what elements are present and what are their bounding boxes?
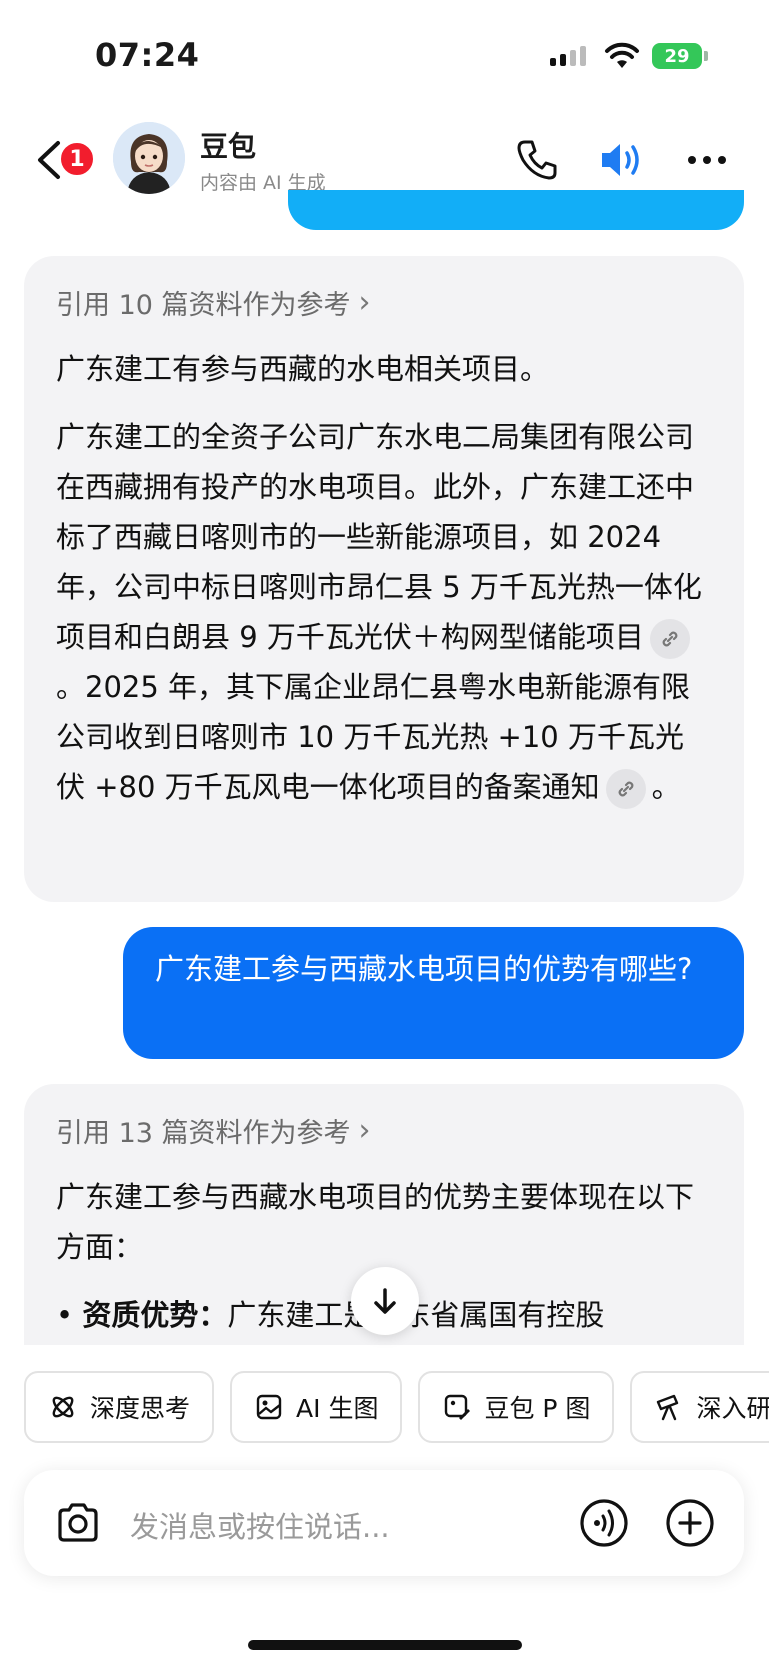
- battery-indicator: 29: [652, 43, 702, 69]
- voice-input-button[interactable]: [579, 1498, 629, 1548]
- status-time: 07:24: [95, 36, 200, 74]
- message-input[interactable]: 发消息或按住说话...: [130, 1504, 390, 1546]
- paragraph: 广东建工有参与西藏的水电相关项目。: [56, 352, 550, 386]
- chip-label: AI 生图: [296, 1394, 379, 1423]
- unread-badge: 1: [58, 140, 96, 178]
- ai-message-text: 广东建工有参与西藏的水电相关项目。 广东建工的全资子公司广东水电二局集团有限公司…: [56, 344, 712, 812]
- scroll-to-bottom-button[interactable]: [351, 1267, 419, 1335]
- bullet-title: 资质优势：: [82, 1298, 228, 1332]
- chip-ai-image[interactable]: AI 生图: [230, 1371, 403, 1443]
- chip-label: 深度思考: [90, 1394, 191, 1423]
- home-indicator: [248, 1640, 522, 1650]
- link-icon: [618, 781, 634, 797]
- dot-icon: [718, 156, 726, 164]
- telescope-icon: [657, 1394, 679, 1421]
- speaker-button[interactable]: [598, 138, 646, 182]
- user-message: 广东建工参与西藏水电项目的优势有哪些?: [123, 927, 744, 1059]
- message-input-bar: 发消息或按住说话...: [24, 1470, 744, 1576]
- wifi-icon: [605, 42, 639, 68]
- image-icon: [256, 1394, 282, 1420]
- chip-photo-edit[interactable]: 豆包 P 图: [418, 1371, 615, 1443]
- camera-button[interactable]: [54, 1500, 102, 1546]
- phone-call-button[interactable]: [515, 138, 559, 182]
- reference-link[interactable]: 引用 13 篇资料作为参考 ›: [56, 1110, 712, 1150]
- feature-chips: 深度思考 AI 生图 豆包 P 图 深入研: [24, 1371, 769, 1443]
- reference-label: 引用 10 篇资料作为参考: [56, 289, 351, 321]
- previous-user-bubble: [288, 190, 744, 230]
- paragraph-text: 广东建工的全资子公司广东水电二局集团有限公司在西藏拥有投产的水电项目。此外，广东…: [56, 420, 702, 654]
- chip-deep-thinking[interactable]: 深度思考: [24, 1371, 215, 1443]
- paragraph: 广东建工参与西藏水电项目的优势主要体现在以下方面：: [56, 1180, 695, 1264]
- arrow-down-icon: [374, 1288, 396, 1314]
- source-link-button[interactable]: [605, 769, 646, 809]
- chip-label: 豆包 P 图: [484, 1394, 591, 1423]
- battery-cap: [704, 51, 708, 61]
- atom-icon: [52, 1396, 74, 1418]
- paragraph-text: 。2025 年，其下属企业昂仁县粤水电新能源有限公司收到日喀则市 10 万千瓦光…: [56, 670, 691, 804]
- chip-deep-research[interactable]: 深入研: [630, 1371, 769, 1443]
- dot-icon: [688, 156, 696, 164]
- chip-label: 深入研: [696, 1394, 769, 1423]
- ai-message: 引用 13 篇资料作为参考 › 广东建工参与西藏水电项目的优势主要体现在以下方面…: [24, 1084, 744, 1384]
- bot-avatar-icon: [113, 122, 185, 194]
- link-icon: [662, 631, 678, 647]
- bot-name: 豆包: [200, 130, 257, 163]
- more-options-button[interactable]: [688, 150, 732, 170]
- reference-label: 引用 13 篇资料作为参考: [56, 1117, 351, 1149]
- chevron-right-icon: ›: [358, 284, 371, 320]
- reference-link[interactable]: 引用 10 篇资料作为参考 ›: [56, 282, 712, 322]
- chevron-right-icon: ›: [358, 1112, 371, 1148]
- avatar[interactable]: [113, 122, 185, 194]
- paragraph: 广东建工的全资子公司广东水电二局集团有限公司在西藏拥有投产的水电项目。此外，广东…: [56, 412, 712, 812]
- ai-message: 引用 10 篇资料作为参考 › 广东建工有参与西藏的水电相关项目。 广东建工的全…: [24, 256, 744, 902]
- source-link-button[interactable]: [649, 619, 690, 659]
- paragraph-text: 。: [651, 770, 681, 804]
- photo-edit-icon: [445, 1394, 471, 1420]
- add-button[interactable]: [665, 1498, 715, 1548]
- dot-icon: [703, 156, 711, 164]
- cellular-signal-icon: [550, 46, 586, 66]
